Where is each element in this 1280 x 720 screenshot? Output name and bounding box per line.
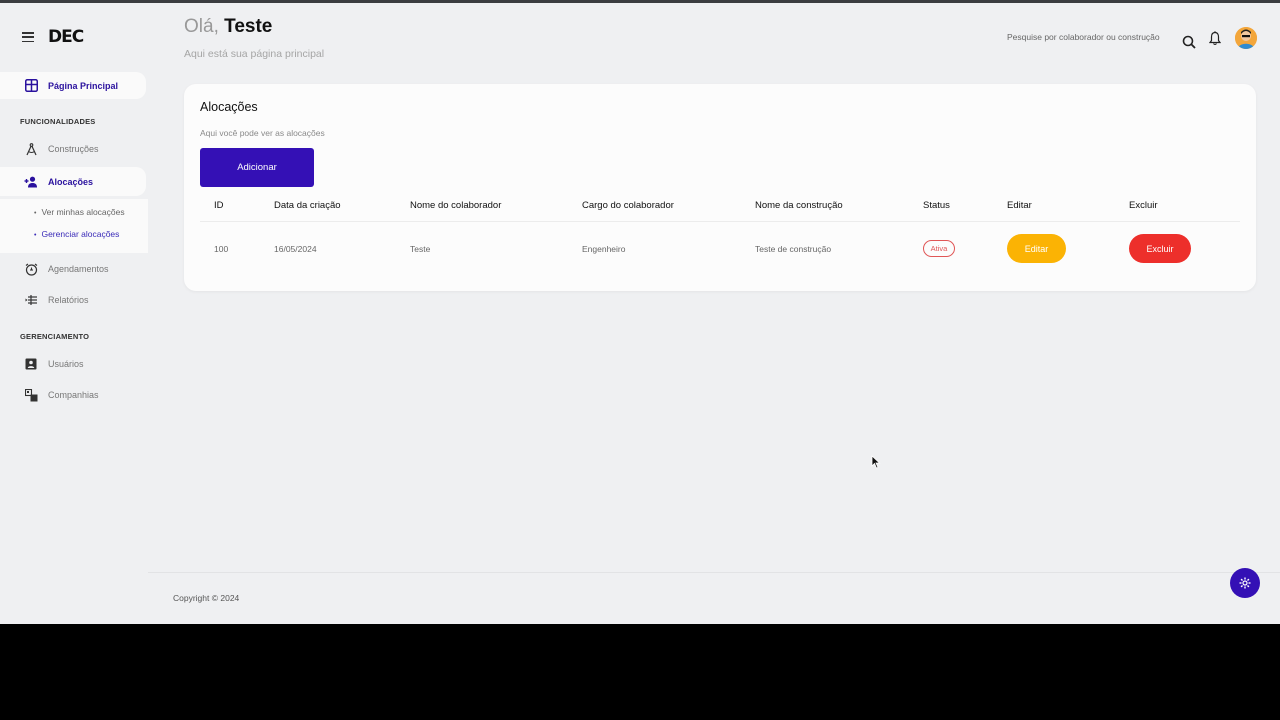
- sidebar-item-label: Usuários: [48, 359, 84, 369]
- greeting-prefix: Olá,: [184, 16, 219, 37]
- user-name: Teste: [224, 16, 273, 37]
- card-subtitle: Aqui você pode ver as alocações: [200, 128, 325, 138]
- cell-date: 16/05/2024: [274, 244, 317, 254]
- column-header-delete: Excluir: [1129, 200, 1158, 211]
- sidebar-item-constructions[interactable]: Construções: [0, 141, 146, 157]
- add-button[interactable]: Adicionar: [200, 148, 314, 187]
- allocations-submenu: • Ver minhas alocações • Gerenciar alocaçõ…: [0, 199, 148, 253]
- user-card-icon: [24, 357, 38, 371]
- table-divider: [200, 221, 1240, 222]
- sidebar-item-reports[interactable]: Relatórios: [0, 292, 146, 308]
- add-user-icon: [24, 175, 38, 189]
- status-badge: Ativa: [923, 240, 955, 257]
- page-greeting: Olá, Teste: [184, 16, 272, 38]
- avatar[interactable]: [1235, 27, 1257, 49]
- sidebar-item-label: Agendamentos: [48, 264, 109, 274]
- section-label-management: GERENCIAMENTO: [20, 332, 90, 341]
- column-header-date: Data da criação: [274, 200, 341, 211]
- list-icon: [24, 293, 38, 307]
- footer-divider: [148, 572, 1280, 573]
- sidebar-item-label: Alocações: [48, 176, 94, 187]
- bell-icon[interactable]: [1206, 29, 1224, 47]
- sidebar-item-label: Página Principal: [48, 80, 119, 91]
- column-header-construction: Nome da construção: [755, 200, 843, 211]
- menu-toggle-icon[interactable]: [22, 32, 34, 42]
- cell-construction: Teste de construção: [755, 244, 832, 254]
- grid-icon: [24, 79, 38, 93]
- sidebar-item-allocations[interactable]: Alocações: [0, 167, 146, 196]
- column-header-edit: Editar: [1007, 200, 1032, 211]
- page-subtitle: Aqui está sua página principal: [184, 48, 325, 60]
- sidebar-item-home[interactable]: Página Principal: [0, 72, 146, 99]
- allocations-card: Alocações Aqui você pode ver as alocaçõe…: [184, 84, 1256, 291]
- search-icon[interactable]: [1180, 33, 1198, 51]
- sidebar: DEC Página Principal FUNCIONALIDADES Con…: [0, 3, 148, 624]
- sidebar-item-label: Companhias: [48, 390, 99, 400]
- column-header-role: Cargo do colaborador: [582, 200, 674, 211]
- delete-button[interactable]: Excluir: [1129, 234, 1191, 263]
- logo: DEC: [48, 27, 84, 47]
- column-header-collaborator: Nome do colaborador: [410, 200, 502, 211]
- sidebar-item-label: Construções: [48, 144, 99, 154]
- column-header-status: Status: [923, 200, 950, 211]
- cell-collaborator: Teste: [410, 244, 431, 254]
- sidebar-item-users[interactable]: Usuários: [0, 356, 146, 372]
- settings-button[interactable]: [1230, 568, 1260, 598]
- edit-button[interactable]: Editar: [1007, 234, 1066, 263]
- search-input[interactable]: Pesquise por colaborador ou construção: [1007, 32, 1160, 42]
- copyright: Copyright © 2024: [173, 593, 240, 603]
- companies-icon: [24, 388, 38, 402]
- section-label-features: FUNCIONALIDADES: [20, 117, 96, 126]
- column-header-id: ID: [214, 200, 224, 211]
- mouse-cursor-icon: [871, 455, 881, 469]
- app-window: DEC Página Principal FUNCIONALIDADES Con…: [0, 0, 1280, 624]
- cell-role: Engenheiro: [582, 244, 626, 254]
- sidebar-item-schedules[interactable]: Agendamentos: [0, 261, 146, 277]
- subitem-label: Gerenciar alocações: [41, 229, 120, 239]
- subitem-label: Ver minhas alocações: [41, 207, 125, 217]
- gear-icon: [1239, 577, 1251, 589]
- sidebar-item-companies[interactable]: Companhias: [0, 387, 146, 403]
- cell-id: 100: [214, 244, 229, 254]
- sidebar-subitem-manage-allocations[interactable]: • Gerenciar alocações: [34, 229, 119, 239]
- compass-icon: [24, 142, 38, 156]
- sidebar-subitem-view-allocations[interactable]: • Ver minhas alocações: [34, 207, 125, 217]
- alarm-clock-icon: [24, 262, 38, 276]
- brand: DEC: [22, 27, 84, 47]
- card-title: Alocações: [200, 100, 258, 114]
- sidebar-item-label: Relatórios: [48, 295, 89, 305]
